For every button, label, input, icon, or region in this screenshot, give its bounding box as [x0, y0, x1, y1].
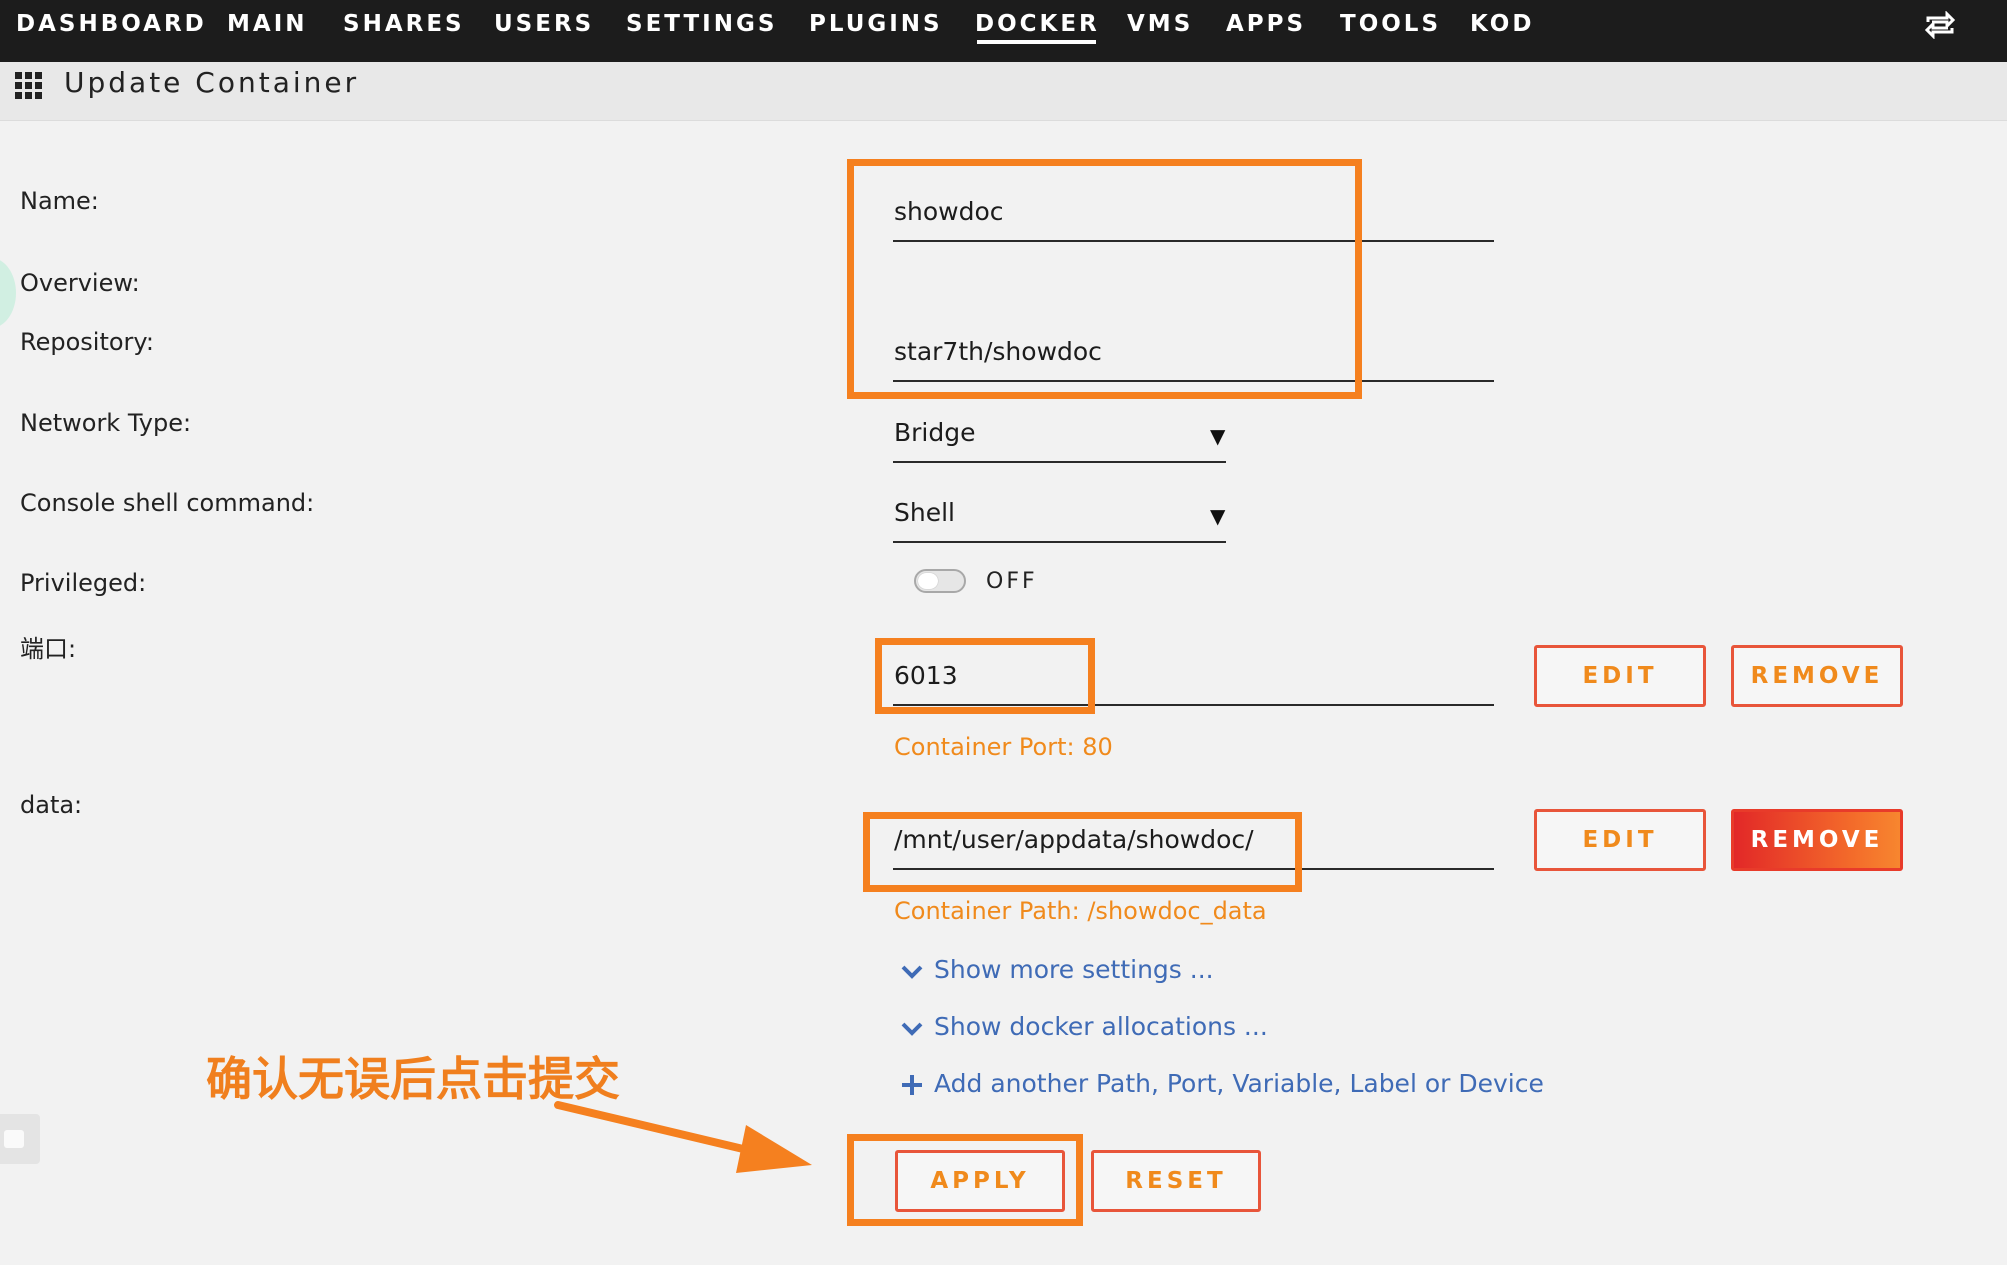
nav-vms[interactable]: VMS: [1127, 10, 1193, 44]
port-remove-button[interactable]: REMOVE: [1731, 645, 1903, 707]
annotation-arrow-icon: [554, 1101, 812, 1173]
port-edit-button[interactable]: EDIT: [1534, 645, 1706, 707]
console-shell-label: Console shell command:: [20, 489, 315, 517]
privileged-state: OFF: [986, 569, 1038, 594]
add-another-label: Add another Path, Port, Variable, Label …: [934, 1069, 1544, 1098]
annotation-box-port: [875, 638, 1095, 714]
grid-icon: [15, 72, 42, 99]
toggle-knob: [918, 573, 938, 589]
name-label: Name:: [20, 187, 99, 215]
nav-kod[interactable]: KOD: [1470, 10, 1534, 44]
nav-shares[interactable]: SHARES: [343, 10, 465, 44]
annotation-box-data-path: [863, 812, 1302, 892]
container-path-hint: Container Path: /showdoc_data: [894, 897, 1267, 925]
overview-label: Overview:: [20, 269, 140, 297]
console-shell-select[interactable]: Shell: [894, 498, 955, 527]
nav-users[interactable]: USERS: [494, 10, 594, 44]
plus-icon: [902, 1075, 922, 1095]
nav-tools[interactable]: TOOLS: [1340, 10, 1441, 44]
nav-apps[interactable]: APPS: [1226, 10, 1306, 44]
network-type-select[interactable]: Bridge: [894, 418, 976, 447]
console-shell-underline: [893, 541, 1226, 543]
page-header: Update Container: [0, 62, 2007, 121]
data-remove-button[interactable]: REMOVE: [1731, 809, 1903, 871]
nav-dashboard[interactable]: DASHBOARD: [16, 10, 207, 44]
annotation-box-name-repository: [847, 159, 1362, 399]
show-more-settings-label: Show more settings ...: [934, 955, 1214, 984]
nav-main[interactable]: MAIN: [227, 10, 308, 44]
network-type-label: Network Type:: [20, 409, 192, 437]
container-port-hint: Container Port: 80: [894, 733, 1113, 761]
switch-arrows-icon[interactable]: [1925, 11, 1955, 39]
page-title: Update Container: [64, 66, 360, 99]
network-type-underline: [893, 461, 1226, 463]
top-navigation: DASHBOARD MAIN SHARES USERS SETTINGS PLU…: [0, 0, 2007, 62]
chevron-down-icon[interactable]: ▼: [1210, 424, 1225, 448]
data-label: data:: [20, 791, 83, 819]
port-label: 端口:: [20, 635, 77, 663]
side-widget[interactable]: [0, 1114, 40, 1164]
side-bubble: [0, 258, 16, 328]
data-edit-button[interactable]: EDIT: [1534, 809, 1706, 871]
privileged-label: Privileged:: [20, 569, 147, 597]
nav-settings[interactable]: SETTINGS: [626, 10, 777, 44]
chevron-down-icon: [901, 965, 923, 979]
show-docker-allocations-label: Show docker allocations ...: [934, 1012, 1268, 1041]
repository-label: Repository:: [20, 328, 154, 356]
chevron-down-icon: [901, 1022, 923, 1036]
annotation-box-apply: [847, 1134, 1083, 1226]
reset-button[interactable]: RESET: [1091, 1150, 1261, 1212]
privileged-toggle[interactable]: [914, 569, 966, 593]
nav-docker[interactable]: DOCKER: [975, 10, 1100, 44]
chevron-down-icon[interactable]: ▼: [1210, 504, 1225, 528]
nav-plugins[interactable]: PLUGINS: [809, 10, 943, 44]
